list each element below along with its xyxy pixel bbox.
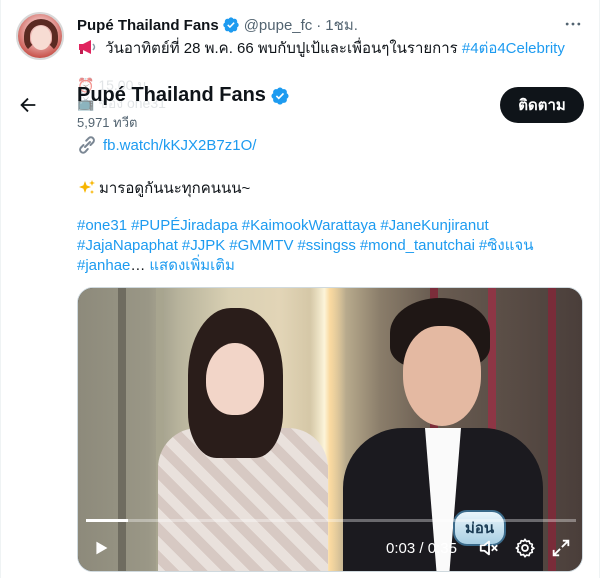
ellipsis: …: [130, 257, 146, 274]
more-options-icon[interactable]: [561, 12, 585, 36]
hashtag-link[interactable]: #mond_tanutchai: [360, 237, 475, 254]
tweet-header: Pupé Thailand Fans @pupe_fc · 1ชม.: [77, 13, 358, 37]
follow-button[interactable]: ติดตาม: [500, 87, 584, 123]
megaphone-icon: [79, 40, 96, 54]
link-icon: [79, 136, 95, 154]
tweet-text: วันอาทิตย์ที่ 28 พ.ค. 66 พบกับปูเป้และเพ…: [105, 40, 462, 57]
hashtag-link[interactable]: #GMMTV: [229, 237, 293, 254]
settings-gear-icon[interactable]: [514, 537, 536, 559]
caption-text: มารอดูกันนะทุกคนนน~: [99, 180, 251, 197]
tweet-first-line: วันอาทิตย์ที่ 28 พ.ค. 66 พบกับปูเป้และเพ…: [77, 36, 565, 60]
video-player[interactable]: ม่อน 0:03 / 0:35: [77, 287, 583, 572]
hashtag-link[interactable]: #ซิงแจน: [479, 237, 534, 254]
hashtag-link[interactable]: #PUPÉJiradapa: [131, 217, 238, 234]
hashtag-list: #one31 #PUPÉJiradapa #KaimookWarattaya #Jan…: [77, 216, 587, 276]
sparkles-icon: [79, 180, 95, 194]
tweet-panel: Pupé Thailand Fans @pupe_fc · 1ชม. วันอา…: [0, 0, 600, 578]
hashtag-link[interactable]: #4ต่อ4Celebrity: [462, 40, 565, 57]
caption-line: มารอดูกันนะทุกคนนน~: [77, 176, 250, 200]
video-progress-fill: [86, 519, 129, 522]
verified-badge-icon: [223, 17, 239, 33]
duration: 0:35: [427, 540, 457, 557]
hashtag-link[interactable]: #KaimookWarattaya: [242, 217, 377, 234]
play-icon[interactable]: [90, 537, 112, 559]
hashtag-link[interactable]: #JajaNapaphat: [77, 237, 178, 254]
profile-name: Pupé Thailand Fans: [77, 84, 290, 107]
video-controls: 0:03 / 0:35: [78, 527, 582, 571]
author-name[interactable]: Pupé Thailand Fans: [77, 17, 219, 34]
separator: ·: [316, 16, 322, 34]
tweet-time[interactable]: 1ชม.: [325, 13, 358, 37]
video-time: 0:03 / 0:35: [386, 540, 457, 557]
external-link[interactable]: fb.watch/kKJX2B7z1O/: [103, 137, 256, 154]
hashtag-link[interactable]: #JaneKunjiranut: [380, 217, 488, 234]
hashtag-link[interactable]: #one31: [77, 217, 127, 234]
video-progress-bar[interactable]: [86, 519, 576, 522]
verified-badge-icon: [271, 86, 289, 105]
fullscreen-icon[interactable]: [550, 537, 572, 559]
back-arrow-icon[interactable]: [17, 94, 39, 116]
hashtag-link[interactable]: #ssingss: [297, 237, 355, 254]
hashtag-link[interactable]: #JJPK: [182, 237, 225, 254]
author-handle[interactable]: @pupe_fc: [244, 17, 313, 34]
show-more-link[interactable]: แสดงเพิ่มเติม: [149, 257, 235, 274]
avatar[interactable]: [16, 12, 64, 60]
hashtag-link[interactable]: #janhae: [77, 257, 130, 274]
current-time: 0:03: [386, 540, 416, 557]
tweet-count: 5,971 ทวีต: [77, 115, 138, 130]
url-line: fb.watch/kKJX2B7z1O/: [77, 136, 256, 154]
mute-icon[interactable]: [478, 537, 500, 559]
